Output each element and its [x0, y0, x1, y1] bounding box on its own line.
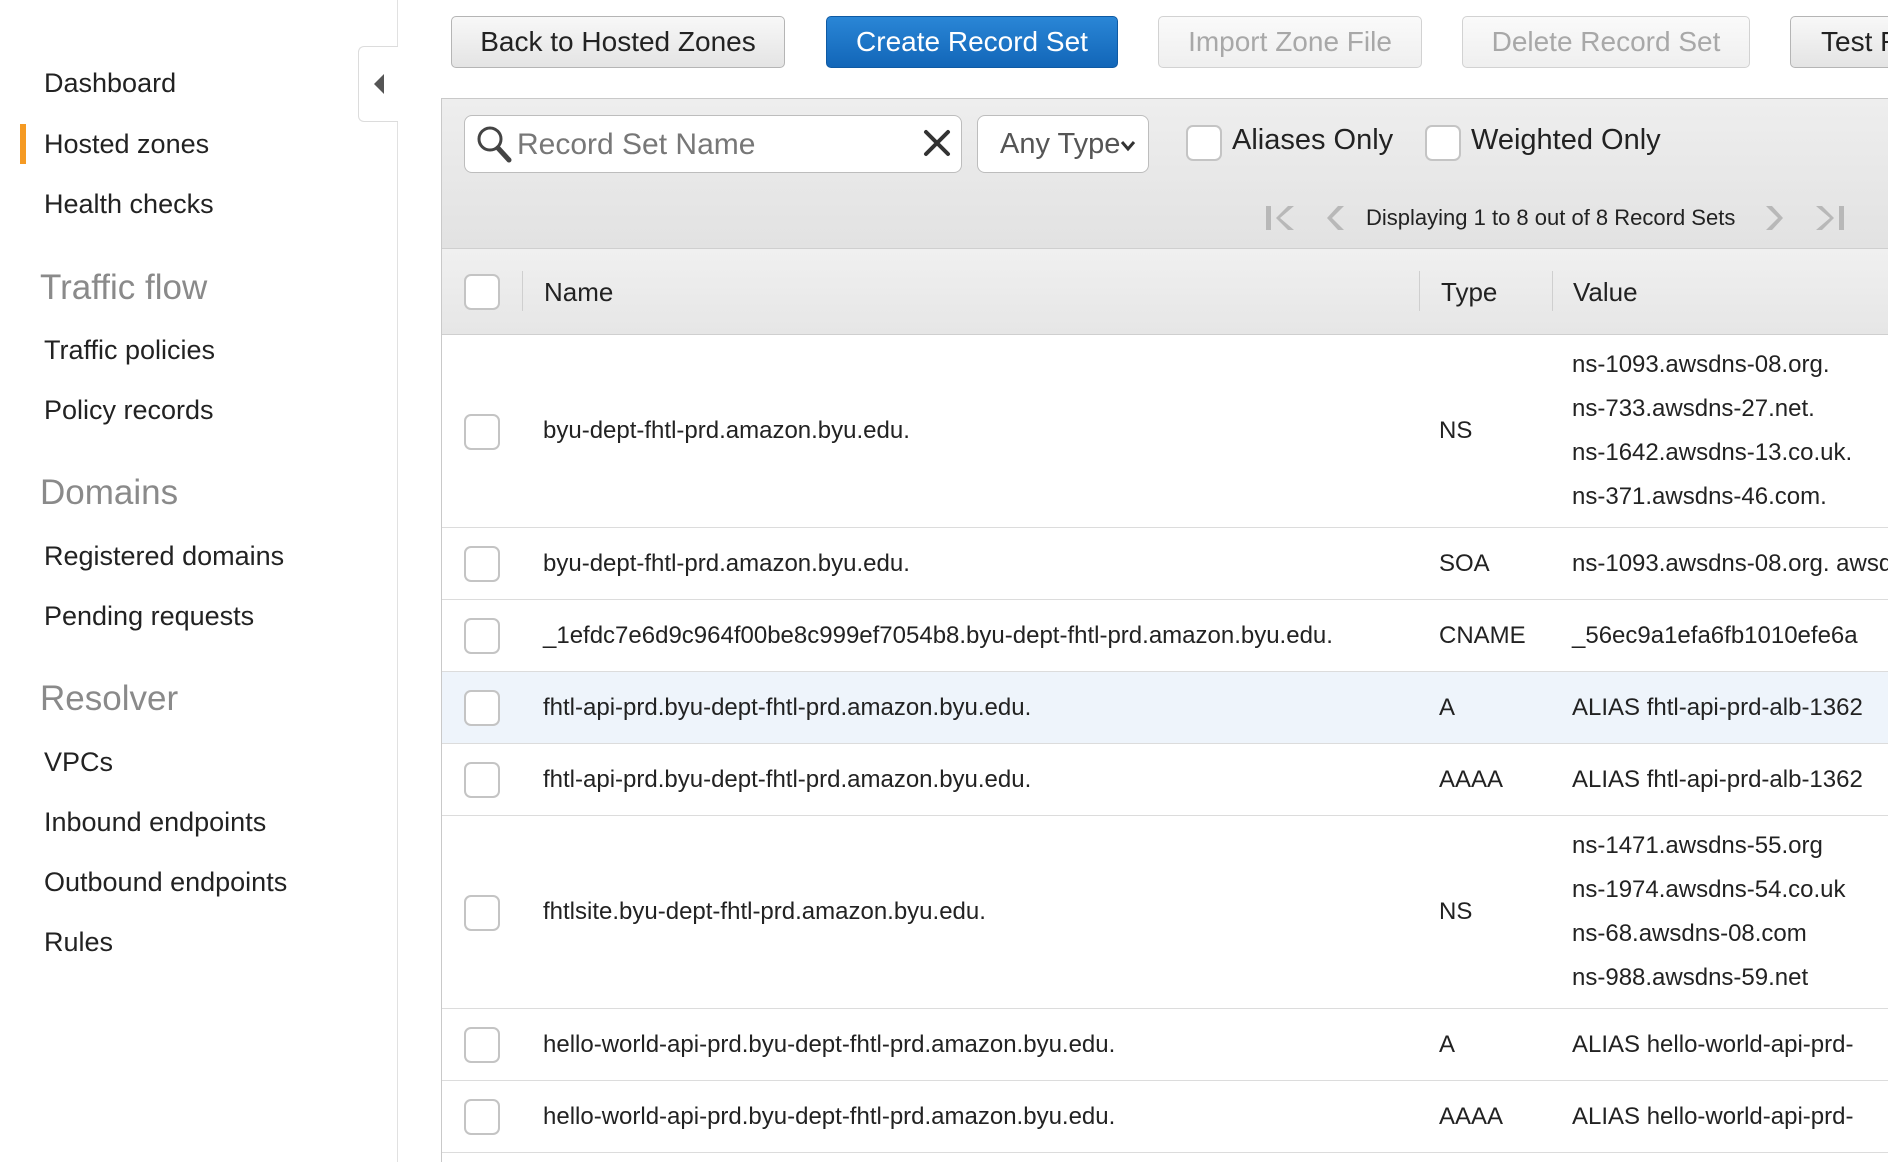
- record-value: ALIAS fhtl-api-prd-alb-1362: [1572, 694, 1863, 721]
- record-set-name-input[interactable]: [515, 124, 899, 166]
- table-row[interactable]: byu-dept-fhtl-prd.amazon.byu.edu. SOA ns…: [442, 528, 1888, 600]
- column-header-divider: [1552, 271, 1553, 311]
- record-value: ns-1093.awsdns-08.org. awsdns-hostmaster…: [1572, 550, 1888, 577]
- aliases-only-checkbox[interactable]: [1186, 125, 1222, 161]
- active-indicator: [20, 124, 26, 164]
- aliases-only-label: Aliases Only: [1232, 124, 1394, 156]
- record-name: fhtl-api-prd.byu-dept-fhtl-prd.amazon.by…: [543, 766, 1032, 793]
- sidebar-item-pending-requests[interactable]: Pending requests: [44, 599, 254, 633]
- row-checkbox[interactable]: [464, 618, 500, 654]
- table-row[interactable]: byu-dept-fhtl-prd.amazon.byu.edu. NS ns-…: [442, 335, 1888, 528]
- search-icon: [477, 126, 512, 163]
- record-type: AAAA: [1439, 1103, 1504, 1130]
- test-record-set-button[interactable]: Test Record Set: [1790, 16, 1888, 68]
- weighted-only-checkbox[interactable]: [1425, 125, 1461, 161]
- next-page-icon[interactable]: [1760, 203, 1786, 233]
- clear-search-icon[interactable]: [921, 127, 953, 159]
- record-value: ALIAS hello-world-api-prd-: [1572, 1103, 1854, 1130]
- column-header-value[interactable]: Value: [1573, 277, 1638, 308]
- record-value-line: ns-988.awsdns-59.net: [1572, 964, 1809, 991]
- table-row[interactable]: fhtlsite.byu-dept-fhtl-prd.amazon.byu.ed…: [442, 816, 1888, 1009]
- column-header-name[interactable]: Name: [544, 277, 613, 308]
- select-all-checkbox[interactable]: [464, 274, 500, 310]
- back-to-hosted-zones-button[interactable]: Back to Hosted Zones: [451, 16, 785, 68]
- row-checkbox[interactable]: [464, 1027, 500, 1063]
- record-value-line: ns-1642.awsdns-13.co.uk.: [1572, 439, 1853, 466]
- sidebar-item-outbound-endpoints[interactable]: Outbound endpoints: [44, 865, 287, 899]
- section-heading-traffic-flow: Traffic flow: [40, 268, 208, 307]
- table-row[interactable]: _1efdc7e6d9c964f00be8c999ef7054b8.byu-de…: [442, 600, 1888, 672]
- record-name: _1efdc7e6d9c964f00be8c999ef7054b8.byu-de…: [543, 622, 1333, 649]
- table-row[interactable]: fhtl-api-prd.byu-dept-fhtl-prd.amazon.by…: [442, 744, 1888, 816]
- filter-bar: Any Type Aliases Only Weighted Only Disp…: [442, 99, 1888, 249]
- table-row[interactable]: fhtl-api-prd.byu-dept-fhtl-prd.amazon.by…: [442, 672, 1888, 744]
- table-row[interactable]: hello-world-api-prd.byu-dept-fhtl-prd.am…: [442, 1081, 1888, 1153]
- section-heading-resolver: Resolver: [40, 679, 179, 718]
- record-value: ALIAS hello-world-api-prd-: [1572, 1031, 1854, 1058]
- sidebar-item-inbound-endpoints[interactable]: Inbound endpoints: [44, 805, 266, 839]
- sidebar-item-traffic-policies[interactable]: Traffic policies: [44, 333, 215, 367]
- record-name: byu-dept-fhtl-prd.amazon.byu.edu.: [543, 550, 910, 577]
- record-type: NS: [1439, 417, 1473, 444]
- record-type-selected: Any Type: [1000, 127, 1121, 160]
- column-header-type[interactable]: Type: [1441, 277, 1497, 308]
- previous-page-icon[interactable]: [1324, 203, 1350, 233]
- sidebar-item-policy-records[interactable]: Policy records: [44, 393, 214, 427]
- record-value-line: ns-1093.awsdns-08.org.: [1572, 351, 1830, 378]
- record-set-search: [464, 115, 962, 173]
- record-name: fhtl-api-prd.byu-dept-fhtl-prd.amazon.by…: [543, 694, 1032, 721]
- record-name: hello-world-api-prd.byu-dept-fhtl-prd.am…: [543, 1103, 1116, 1130]
- record-value-line: ns-371.awsdns-46.com.: [1572, 483, 1827, 510]
- record-name: hello-world-api-prd.byu-dept-fhtl-prd.am…: [543, 1031, 1116, 1058]
- record-value: ALIAS fhtl-api-prd-alb-1362: [1572, 766, 1863, 793]
- caret-left-icon: [373, 74, 384, 94]
- record-type-select[interactable]: Any Type: [977, 115, 1149, 173]
- chevron-down-icon: [1120, 141, 1136, 152]
- column-divider: [1419, 271, 1420, 311]
- sidebar-item-health-checks[interactable]: Health checks: [44, 187, 214, 221]
- sidebar: Dashboard Hosted zones Health checks Tra…: [0, 0, 398, 1162]
- record-type: AAAA: [1439, 766, 1504, 793]
- create-record-set-button[interactable]: Create Record Set: [826, 16, 1118, 68]
- record-value-line: ns-68.awsdns-08.com: [1572, 920, 1807, 947]
- record-sets-panel: Any Type Aliases Only Weighted Only Disp…: [441, 98, 1888, 1162]
- record-value-line: ns-1974.awsdns-54.co.uk: [1572, 876, 1846, 903]
- sidebar-item-vpcs[interactable]: VPCs: [44, 745, 113, 779]
- record-value: ns-1471.awsdns-55.org ns-1974.awsdns-54.…: [1572, 824, 1846, 1000]
- record-value: ns-1093.awsdns-08.org. ns-733.awsdns-27.…: [1572, 343, 1852, 519]
- sidebar-item-registered-domains[interactable]: Registered domains: [44, 539, 284, 573]
- section-heading-domains: Domains: [40, 473, 179, 512]
- first-page-icon[interactable]: [1264, 203, 1298, 233]
- row-checkbox[interactable]: [464, 546, 500, 582]
- pagination-status: Displaying 1 to 8 out of 8 Record Sets: [1366, 205, 1736, 230]
- row-checkbox[interactable]: [464, 895, 500, 931]
- record-type: NS: [1439, 898, 1473, 925]
- collapse-sidebar-button[interactable]: [358, 46, 398, 122]
- sidebar-item-rules[interactable]: Rules: [44, 925, 113, 959]
- record-value: _56ec9a1efa6fb1010efe6a: [1572, 622, 1858, 649]
- table-row[interactable]: hello-world-api-prd.byu-dept-fhtl-prd.am…: [442, 1009, 1888, 1081]
- record-type: CNAME: [1439, 622, 1526, 649]
- record-type: SOA: [1439, 550, 1490, 577]
- record-name: fhtlsite.byu-dept-fhtl-prd.amazon.byu.ed…: [543, 898, 986, 925]
- sidebar-item-hosted-zones[interactable]: Hosted zones: [44, 127, 209, 161]
- import-zone-file-button[interactable]: Import Zone File: [1158, 16, 1422, 68]
- record-type: A: [1439, 694, 1456, 721]
- record-value-line: ns-1471.awsdns-55.org: [1572, 832, 1823, 859]
- row-checkbox[interactable]: [464, 690, 500, 726]
- column-divider: [522, 271, 523, 311]
- row-checkbox[interactable]: [464, 1099, 500, 1135]
- table-header: Name Type Value: [442, 249, 1888, 335]
- record-name: byu-dept-fhtl-prd.amazon.byu.edu.: [543, 417, 910, 444]
- sidebar-item-dashboard[interactable]: Dashboard: [44, 66, 176, 100]
- record-type: A: [1439, 1031, 1456, 1058]
- weighted-only-label: Weighted Only: [1471, 124, 1661, 156]
- delete-record-set-button[interactable]: Delete Record Set: [1462, 16, 1750, 68]
- last-page-icon[interactable]: [1812, 203, 1846, 233]
- row-checkbox[interactable]: [464, 762, 500, 798]
- row-checkbox[interactable]: [464, 414, 500, 450]
- record-value-line: ns-733.awsdns-27.net.: [1572, 395, 1815, 422]
